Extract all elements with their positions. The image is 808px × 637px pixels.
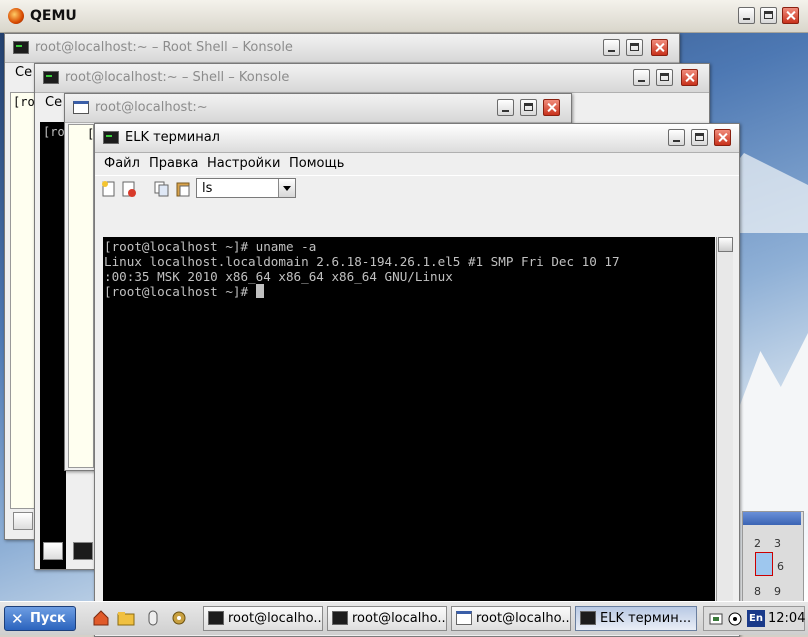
menu-fragment[interactable]: Се [45,95,62,110]
terminal-scrollbar[interactable] [716,237,733,619]
session-tab-icon[interactable] [73,542,93,560]
qemu-maximize-button[interactable] [760,7,777,24]
terminal-prompt: [root@localhost ~]# [104,284,256,299]
elk-titlebar[interactable]: ELK терминал [95,124,739,153]
settings-icon[interactable] [170,609,188,627]
maximize-button[interactable] [520,99,537,116]
terminal-line: Linux localhost.localdomain 2.6.18-194.2… [104,254,620,269]
konsole-icon [332,611,348,625]
command-value: ls [202,181,213,196]
scrollbar-thumb[interactable] [718,237,733,252]
close-button[interactable] [681,69,698,86]
guest-desktop: root@localhost:~ – Root Shell – Konsole … [0,33,808,637]
desktop-pager: 2 3 6 8 9 [742,511,804,603]
maximize-button[interactable] [691,129,708,146]
terminal-icon [580,611,596,625]
task-button[interactable]: root@localho... [451,606,571,631]
close-tab-icon[interactable] [120,180,138,198]
start-label: Пуск [30,611,66,626]
qemu-title: QEMU [30,8,77,24]
maximize-button[interactable] [626,39,643,56]
command-combobox[interactable]: ls [196,178,296,198]
konsole-icon [43,71,59,84]
menu-edit[interactable]: Правка [149,156,198,171]
qemu-window: QEMU root@localhost:~ – Root Shell – Kon… [0,0,808,637]
window-icon [73,101,89,114]
volume-icon[interactable] [727,611,743,627]
paste-icon[interactable] [174,180,192,198]
home-icon[interactable] [92,609,110,627]
pager-desktop-current[interactable]: 6 [755,552,784,576]
menu-file[interactable]: Файл [104,156,140,171]
menu-help[interactable]: Помощь [289,156,344,171]
minimize-button[interactable] [668,129,685,146]
terminal-output[interactable]: [root@localhost ~]# uname -a Linux local… [103,237,715,619]
taskbar: ✕ Пуск root@localho... root@localho... r… [0,601,808,635]
minimize-button[interactable] [603,39,620,56]
pager-desktop[interactable]: 3 [765,528,783,552]
terminal-area[interactable]: [ro [40,122,66,569]
terminal-area[interactable]: [ro [10,92,36,509]
window-title: root@localhost:~ – Root Shell – Konsole [35,40,293,55]
pager-desktop[interactable]: 9 [765,576,783,600]
menu-fragment[interactable]: Се [15,65,32,80]
terminal-line: [root@localhost ~]# uname -a [104,239,317,254]
window-title: root@localhost:~ [95,100,208,115]
konsole-icon [208,611,224,625]
plain-titlebar[interactable]: root@localhost:~ [65,94,571,123]
system-tray: En 12:04 [703,606,805,631]
new-session-icon[interactable] [43,542,63,560]
qemu-icon [8,8,24,24]
terminal-area[interactable]: [r [68,124,101,468]
prompt-fragment: [ro [13,95,35,109]
minimize-button[interactable] [633,69,650,86]
qemu-titlebar[interactable]: QEMU [0,0,808,33]
task-button[interactable]: root@localho... [327,606,447,631]
elk-terminal-window[interactable]: ELK терминал Файл Правка Настройки Помощ… [94,123,740,637]
maximize-button[interactable] [656,69,673,86]
mouse-icon[interactable] [144,609,162,627]
minimize-button[interactable] [497,99,514,116]
copy-icon[interactable] [153,180,171,198]
window-title: root@localhost:~ – Shell – Konsole [65,70,290,85]
prompt-fragment: [ro [43,125,65,139]
close-button[interactable] [714,129,731,146]
qemu-minimize-button[interactable] [738,7,755,24]
task-button[interactable]: root@localho... [203,606,323,631]
chevron-down-icon[interactable] [278,179,295,197]
shell-titlebar[interactable]: root@localhost:~ – Shell – Konsole [35,64,709,93]
keyboard-layout-indicator[interactable]: En [747,610,765,627]
mountain-snow [740,333,808,513]
clock[interactable]: 12:04 [768,611,805,626]
pager-desktop[interactable]: 8 [745,576,763,600]
terminal-line: :00:35 MSK 2010 x86_64 x86_64 x86_64 GNU… [104,269,453,284]
close-button[interactable] [651,39,668,56]
start-x-icon: ✕ [11,610,24,628]
toolbar [95,175,739,202]
terminal-cursor [255,284,264,298]
konsole-icon [13,41,29,54]
window-icon [456,611,472,625]
new-icon[interactable] [100,180,118,198]
folder-icon[interactable] [117,609,135,627]
window-title: ELK терминал [125,130,220,145]
pager-desktop[interactable]: 2 [745,528,763,552]
task-button-active[interactable]: ELK термин... [575,606,697,631]
menu-settings[interactable]: Настройки [207,156,280,171]
root-shell-titlebar[interactable]: root@localhost:~ – Root Shell – Konsole [5,34,679,63]
terminal-icon [103,131,119,144]
start-button[interactable]: ✕ Пуск [4,606,76,631]
close-button[interactable] [543,99,560,116]
pager-header [743,512,801,525]
menu-bar: Файл Правка Настройки Помощь [95,153,739,175]
qemu-close-button[interactable] [782,7,799,24]
new-session-icon[interactable] [13,512,33,530]
network-icon[interactable] [708,611,724,627]
